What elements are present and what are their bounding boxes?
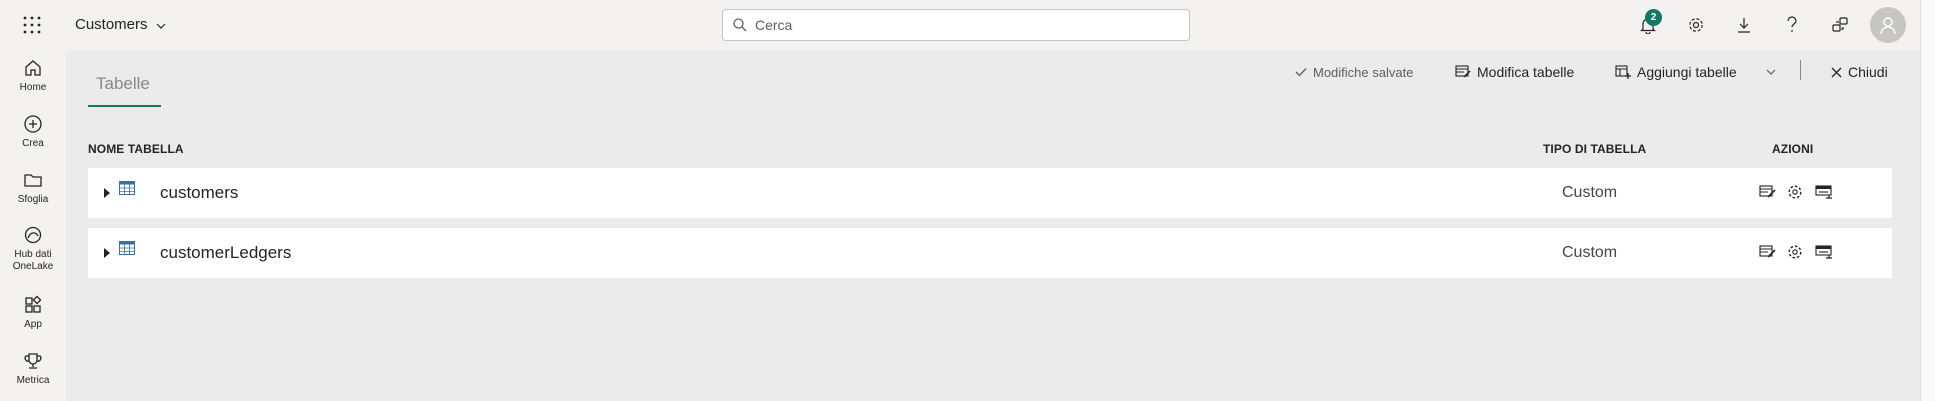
folder-icon — [24, 174, 42, 187]
rail-item-label: Hub dati OneLake — [12, 249, 54, 272]
rail-item-label: App — [24, 319, 42, 330]
edit-table-icon[interactable] — [1757, 242, 1777, 262]
main-panel: Tabelle Modifiche salvate Modifica tabel… — [66, 50, 1920, 401]
rail-item-home[interactable]: Home — [0, 58, 66, 94]
help-icon[interactable] — [1780, 13, 1804, 37]
edit-table-icon — [1455, 65, 1471, 78]
chevron-down-icon — [156, 23, 165, 29]
edit-tables-button[interactable]: Modifica tabelle — [1455, 60, 1574, 84]
settings-icon[interactable] — [1785, 242, 1805, 262]
column-header-actions: AZIONI — [1772, 142, 1814, 156]
close-button[interactable]: Chiudi — [1831, 60, 1888, 84]
navigation-rail: Home Crea Sfoglia Hub dati OneLake App M… — [0, 50, 66, 401]
top-bar: Customers 2 — [0, 0, 1935, 50]
table-properties-icon[interactable] — [1814, 182, 1834, 202]
table-row[interactable]: customerLedgers Custom — [88, 228, 1892, 278]
app-launcher-icon[interactable] — [22, 15, 42, 35]
expand-caret-icon[interactable] — [104, 248, 110, 258]
rail-item-label: Metrica — [16, 375, 50, 386]
add-tables-button[interactable]: Aggiungi tabelle — [1615, 60, 1737, 84]
column-header-name: NOME TABELLA — [88, 142, 184, 156]
save-status: Modifiche salvate — [1295, 60, 1413, 84]
close-label: Chiudi — [1848, 64, 1888, 80]
add-circle-icon — [24, 115, 42, 133]
command-divider — [1800, 60, 1801, 80]
tab-tables[interactable]: Tabelle — [88, 74, 158, 107]
add-table-icon — [1615, 65, 1631, 79]
table-properties-icon[interactable] — [1814, 242, 1834, 262]
add-tables-dropdown[interactable] — [1766, 60, 1776, 84]
onelake-icon — [24, 226, 42, 244]
search-input[interactable] — [755, 17, 1155, 33]
settings-icon[interactable] — [1684, 13, 1708, 37]
apps-icon — [25, 295, 42, 313]
notification-count-badge: 2 — [1645, 9, 1662, 26]
rail-item-label: Crea — [22, 138, 44, 149]
table-icon — [119, 181, 135, 195]
table-icon — [119, 241, 135, 255]
chevron-down-icon — [1766, 69, 1776, 75]
window-edge — [1920, 0, 1935, 401]
close-icon — [1831, 67, 1842, 77]
table-name: customers — [160, 183, 239, 202]
settings-icon[interactable] — [1785, 182, 1805, 202]
table-type: Custom — [1562, 184, 1618, 201]
edit-table-icon[interactable] — [1757, 182, 1777, 202]
table-row[interactable]: customers Custom — [88, 168, 1892, 218]
share-feedback-icon[interactable] — [1828, 13, 1852, 37]
expand-caret-icon[interactable] — [104, 188, 110, 198]
rail-item-onelake[interactable]: Hub dati OneLake — [0, 225, 66, 273]
workspace-title: Customers — [75, 16, 148, 33]
column-header-type: TIPO DI TABELLA — [1543, 142, 1647, 156]
table-type: Custom — [1562, 244, 1618, 261]
save-status-label: Modifiche salvate — [1313, 64, 1414, 80]
rail-item-label: Sfoglia — [17, 194, 49, 205]
table-name: customerLedgers — [160, 243, 292, 262]
checkmark-icon — [1295, 68, 1307, 77]
rail-item-create[interactable]: Crea — [0, 114, 66, 150]
search-icon — [733, 18, 747, 32]
rail-item-browse[interactable]: Sfoglia — [0, 170, 66, 206]
workspace-selector[interactable]: Customers — [75, 16, 166, 33]
tab-active-indicator — [88, 105, 161, 107]
rail-item-apps[interactable]: App — [0, 295, 66, 331]
download-icon[interactable] — [1732, 13, 1756, 37]
edit-tables-label: Modifica tabelle — [1477, 64, 1575, 80]
rail-item-label: Home — [19, 82, 47, 93]
add-tables-label: Aggiungi tabelle — [1637, 64, 1737, 80]
rail-item-metrics[interactable]: Metrica — [0, 351, 66, 387]
search-box[interactable] — [722, 9, 1190, 41]
home-icon — [25, 60, 41, 76]
user-avatar-icon[interactable] — [1870, 7, 1906, 43]
trophy-icon — [24, 353, 42, 369]
